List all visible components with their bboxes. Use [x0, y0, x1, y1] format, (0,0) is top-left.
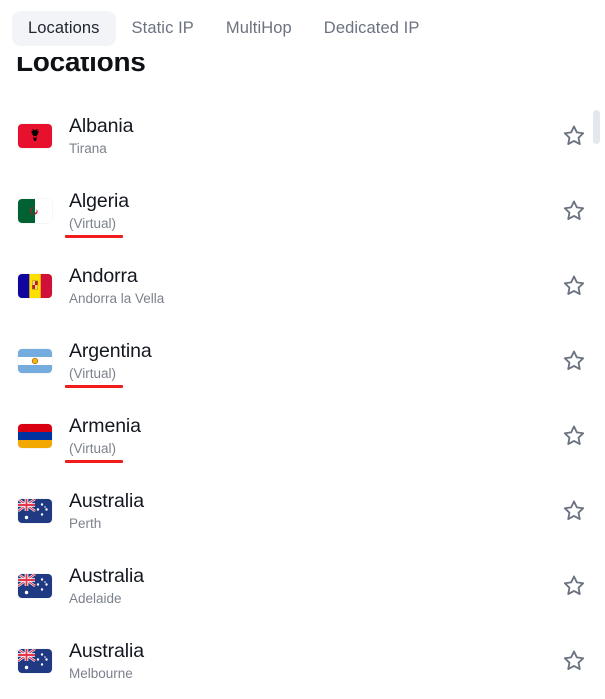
- favorite-star-icon[interactable]: [561, 498, 587, 524]
- location-row[interactable]: Australia Adelaide: [0, 549, 605, 624]
- location-labels: Andorra Andorra la Vella: [69, 265, 164, 307]
- favorite-star-icon[interactable]: [561, 198, 587, 224]
- country-name: Albania: [69, 115, 134, 138]
- locations-panel: Locations Static IP MultiHop Dedicated IP L…: [0, 0, 605, 699]
- tab-bar: Locations Static IP MultiHop Dedicated IP: [0, 0, 605, 57]
- flag-australia-icon: [18, 499, 52, 524]
- tab-dedicated-ip[interactable]: Dedicated IP: [308, 11, 436, 46]
- country-name: Argentina: [69, 340, 152, 363]
- favorite-star-icon[interactable]: [561, 273, 587, 299]
- country-name: Andorra: [69, 265, 138, 288]
- location-labels: Australia Adelaide: [69, 565, 144, 607]
- flag-australia-icon: [18, 649, 52, 674]
- flag-albania-icon: [18, 124, 52, 149]
- virtual-label: (Virtual): [64, 215, 124, 238]
- tab-static-ip[interactable]: Static IP: [116, 11, 210, 46]
- location-labels: Armenia (Virtual): [64, 415, 141, 463]
- location-row[interactable]: Algeria (Virtual): [0, 174, 605, 249]
- favorite-star-icon[interactable]: [561, 573, 587, 599]
- page-title: Locations: [16, 57, 146, 77]
- location-labels: Australia Perth: [69, 490, 144, 532]
- location-labels: Argentina (Virtual): [64, 340, 152, 388]
- country-name: Australia: [69, 490, 144, 513]
- tab-locations[interactable]: Locations: [12, 11, 116, 46]
- location-row[interactable]: Australia Perth: [0, 474, 605, 549]
- country-name: Armenia: [69, 415, 141, 438]
- locations-scroll-region[interactable]: Locations Albania Tirana Algeria (Virtual) A…: [0, 57, 605, 699]
- favorite-star-icon[interactable]: [561, 348, 587, 374]
- flag-armenia-icon: [18, 424, 52, 449]
- virtual-label: (Virtual): [64, 440, 124, 463]
- location-labels: Algeria (Virtual): [64, 190, 129, 238]
- flag-australia-icon: [18, 574, 52, 599]
- country-name: Australia: [69, 565, 144, 588]
- location-row[interactable]: Albania Tirana: [0, 99, 605, 174]
- tab-multihop[interactable]: MultiHop: [210, 11, 308, 46]
- flag-andorra-icon: [18, 274, 52, 299]
- location-row[interactable]: Argentina (Virtual): [0, 324, 605, 399]
- locations-list: Albania Tirana Algeria (Virtual) Andorra Ando…: [0, 99, 605, 699]
- favorite-star-icon[interactable]: [561, 648, 587, 674]
- city-name: Melbourne: [69, 665, 133, 681]
- flag-algeria-icon: [18, 199, 52, 224]
- location-row[interactable]: Australia Melbourne: [0, 624, 605, 699]
- virtual-label: (Virtual): [64, 365, 124, 388]
- favorite-star-icon[interactable]: [561, 123, 587, 149]
- location-labels: Australia Melbourne: [69, 640, 144, 682]
- country-name: Algeria: [69, 190, 129, 213]
- location-row[interactable]: Andorra Andorra la Vella: [0, 249, 605, 324]
- city-name: Perth: [69, 515, 102, 531]
- vertical-scrollbar-thumb[interactable]: [593, 110, 600, 144]
- city-name: Adelaide: [69, 590, 122, 606]
- location-row[interactable]: Armenia (Virtual): [0, 399, 605, 474]
- flag-argentina-icon: [18, 349, 52, 374]
- city-name: Tirana: [69, 140, 107, 156]
- favorite-star-icon[interactable]: [561, 423, 587, 449]
- location-labels: Albania Tirana: [69, 115, 133, 157]
- city-name: Andorra la Vella: [69, 290, 165, 306]
- country-name: Australia: [69, 640, 144, 663]
